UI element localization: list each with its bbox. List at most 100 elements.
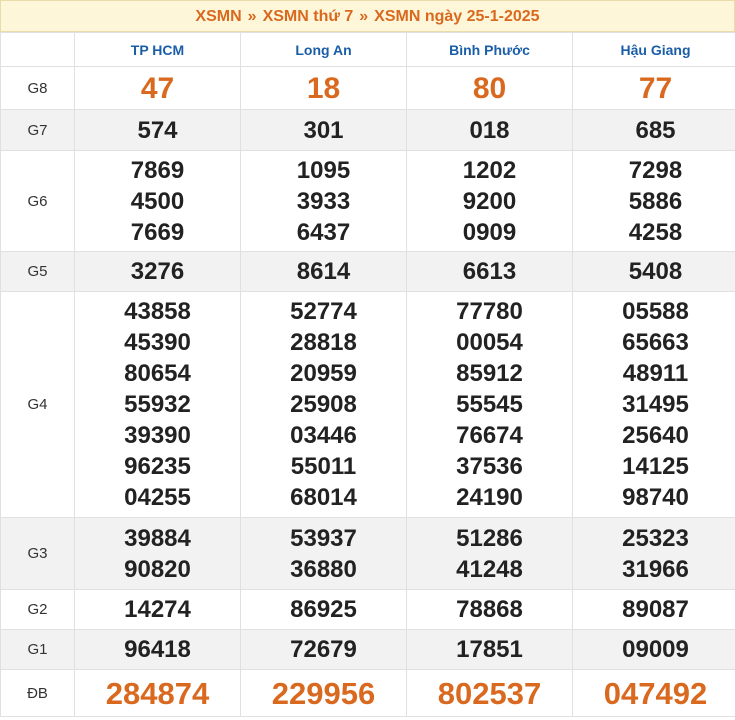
result-cell: 018 [406, 109, 573, 151]
result-number: 229956 [271, 675, 376, 711]
result-number: 574 [137, 116, 178, 144]
prize-label: G1 [0, 629, 75, 670]
header-prize-column [0, 32, 75, 67]
result-number: 03446 [290, 422, 357, 449]
results-body: G8 47 18 80 77 G7 574 301 018 685 G6 7869 4500 7669 10… [0, 66, 735, 717]
breadcrumb-link-weekday[interactable]: XSMN thứ 7 [263, 8, 354, 25]
result-number: 25640 [622, 422, 689, 449]
prize-row-g6: G6 7869 4500 7669 1095 3933 6437 1202 9200 0909 72… [0, 150, 735, 252]
result-number: 65663 [622, 329, 689, 356]
breadcrumb-separator: » [247, 8, 257, 25]
table-header-row: TP HCM Long An Bình Phước Hậu Giang [0, 32, 735, 67]
result-number: 3933 [296, 187, 351, 215]
header-province-hau-giang[interactable]: Hậu Giang [572, 32, 735, 67]
result-number: 55932 [124, 391, 191, 418]
result-number: 1202 [462, 156, 517, 184]
result-cell: 18 [240, 66, 407, 110]
result-number: 7298 [628, 156, 683, 184]
header-province-long-an[interactable]: Long An [240, 32, 407, 67]
result-cell: 8614 [240, 251, 407, 292]
result-cell: 5408 [572, 251, 735, 292]
result-number: 31495 [622, 391, 689, 418]
result-number: 39390 [124, 422, 191, 449]
result-number: 48911 [622, 360, 689, 387]
result-number: 24190 [456, 484, 523, 511]
result-cell: 86925 [240, 589, 407, 630]
result-number: 80654 [124, 360, 191, 387]
prize-label: G2 [0, 589, 75, 630]
result-number: 4500 [130, 187, 185, 215]
result-number: 78868 [456, 596, 523, 623]
prize-row-g4: G4 43858 45390 80654 55932 39390 96235 04255 527… [0, 291, 735, 518]
prize-row-g1: G1 96418 72679 17851 09009 [0, 629, 735, 670]
result-cell: 301 [240, 109, 407, 151]
result-number: 25323 [622, 524, 689, 552]
result-number: 80 [472, 71, 507, 105]
header-province-tp-hcm[interactable]: TP HCM [74, 32, 241, 67]
result-number: 55011 [290, 453, 357, 480]
result-number: 284874 [105, 675, 210, 711]
result-cell: 1202 9200 0909 [406, 150, 573, 252]
result-cell: 284874 [74, 669, 241, 717]
result-cell: 229956 [240, 669, 407, 717]
result-cell: 17851 [406, 629, 573, 670]
result-number: 68014 [290, 484, 357, 511]
result-number: 31966 [622, 555, 689, 583]
result-number: 1095 [296, 156, 351, 184]
result-cell: 574 [74, 109, 241, 151]
result-cell: 1095 3933 6437 [240, 150, 407, 252]
result-number: 96418 [124, 636, 191, 663]
result-number: 6437 [296, 218, 351, 246]
result-cell: 78868 [406, 589, 573, 630]
result-cell: 47 [74, 66, 241, 110]
result-number: 5408 [628, 258, 683, 285]
result-number: 0909 [462, 218, 517, 246]
result-number: 36880 [290, 555, 357, 583]
result-number: 39884 [124, 524, 191, 552]
result-cell: 72679 [240, 629, 407, 670]
result-cell: 53937 36880 [240, 517, 407, 590]
result-number: 7669 [130, 218, 185, 246]
result-number: 43858 [124, 298, 191, 325]
result-number: 28818 [290, 329, 357, 356]
prize-row-g7: G7 574 301 018 685 [0, 109, 735, 151]
result-cell: 39884 90820 [74, 517, 241, 590]
prize-label: ĐB [0, 669, 75, 717]
result-number: 802537 [437, 675, 542, 711]
result-number: 5886 [628, 187, 683, 215]
result-cell: 7869 4500 7669 [74, 150, 241, 252]
result-number: 20959 [290, 360, 357, 387]
breadcrumb-link-xsmn[interactable]: XSMN [195, 8, 241, 25]
result-number: 77780 [456, 298, 523, 325]
result-cell: 047492 [572, 669, 735, 717]
result-number: 4258 [628, 218, 683, 246]
result-number: 17851 [456, 636, 523, 663]
result-cell: 51286 41248 [406, 517, 573, 590]
result-number: 8614 [296, 258, 351, 285]
result-number: 09009 [622, 636, 689, 663]
result-cell: 685 [572, 109, 735, 151]
result-number: 9200 [462, 187, 517, 215]
result-cell: 25323 31966 [572, 517, 735, 590]
result-cell: 6613 [406, 251, 573, 292]
breadcrumb-link-date[interactable]: XSMN ngày 25-1-2025 [374, 8, 539, 25]
result-cell: 52774 28818 20959 25908 03446 55011 68014 [240, 291, 407, 518]
result-number: 45390 [124, 329, 191, 356]
result-cell: 14274 [74, 589, 241, 630]
breadcrumb-separator: » [359, 8, 369, 25]
header-province-binh-phuoc[interactable]: Bình Phước [406, 32, 573, 67]
prize-label: G7 [0, 109, 75, 151]
results-panel: XSMN » XSMN thứ 7 » XSMN ngày 25-1-2025 TP H… [0, 0, 735, 717]
result-number: 53937 [290, 524, 357, 552]
breadcrumb: XSMN » XSMN thứ 7 » XSMN ngày 25-1-2025 [0, 0, 735, 32]
result-cell: 3276 [74, 251, 241, 292]
prize-row-g5: G5 3276 8614 6613 5408 [0, 251, 735, 292]
result-cell: 89087 [572, 589, 735, 630]
prize-row-special: ĐB 284874 229956 802537 047492 [0, 669, 735, 717]
result-number: 52774 [290, 298, 357, 325]
result-number: 301 [303, 116, 344, 144]
result-number: 7869 [130, 156, 185, 184]
result-cell: 77 [572, 66, 735, 110]
result-number: 04255 [124, 484, 191, 511]
result-number: 77 [638, 71, 673, 105]
